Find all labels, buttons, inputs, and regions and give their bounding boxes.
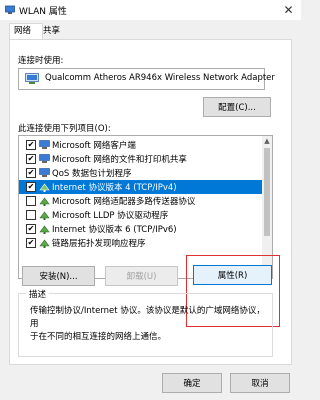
protocol-icon xyxy=(39,239,50,248)
checkbox[interactable]: ✔ xyxy=(26,182,36,192)
checkbox[interactable]: ✔ xyxy=(26,140,36,150)
cancel-button[interactable]: 取消 xyxy=(230,373,290,393)
ok-button[interactable]: 确定 xyxy=(162,373,222,393)
adapter-name: Qualcomm Atheros AR946x Wireless Network… xyxy=(45,73,275,83)
install-button[interactable]: 安装(N)... xyxy=(22,266,95,286)
list-item[interactable]: Microsoft LLDP 协议驱动程序 xyxy=(19,208,262,222)
description-legend: 描述 xyxy=(26,288,50,300)
list-item[interactable]: ✔ QoS 数据包计划程序 xyxy=(19,166,262,180)
items-label: 此连接使用下列项目(O): xyxy=(18,124,111,134)
scroll-thumb[interactable] xyxy=(264,148,270,236)
checkbox[interactable]: ✔ xyxy=(26,238,36,248)
list-item-selected[interactable]: ✔ Internet 协议版本 4 (TCP/IPv4) xyxy=(19,180,262,194)
list-item[interactable]: Microsoft 网络适配器多路传送器协议 xyxy=(19,194,262,208)
protocol-icon xyxy=(39,183,50,192)
close-button[interactable]: ✕ xyxy=(276,0,301,20)
list-item[interactable]: ✔ Internet 协议版本 6 (TCP/IPv6) xyxy=(19,222,262,236)
list-item[interactable]: ✔ Microsoft 网络客户端 xyxy=(19,138,262,152)
description-text: 传输控制协议/Internet 协议。该协议是默认的广域网络协议，用 于在不同的… xyxy=(30,306,265,342)
network-client-icon xyxy=(39,154,50,163)
checkbox[interactable]: ✔ xyxy=(26,168,36,178)
tab-network[interactable]: 网络 xyxy=(9,23,43,40)
checkbox[interactable]: ✔ xyxy=(26,224,36,234)
protocol-icon xyxy=(39,225,50,234)
network-adapter-icon xyxy=(25,73,39,84)
adapter-field: Qualcomm Atheros AR946x Wireless Network… xyxy=(18,68,275,90)
connect-using-label: 连接时使用: xyxy=(18,56,64,66)
list-item[interactable]: ✔ 链路层拓扑发现响应程序 xyxy=(19,236,262,248)
scroll-up-icon[interactable]: ▲ xyxy=(262,136,272,146)
checkbox[interactable] xyxy=(26,210,36,220)
network-app-icon xyxy=(5,5,15,14)
tab-sharing[interactable]: 共享 xyxy=(39,24,73,38)
checkbox[interactable]: ✔ xyxy=(26,154,36,164)
uninstall-button[interactable]: 卸载(U) xyxy=(105,266,178,286)
title-bar: WLAN 属性 ✕ xyxy=(0,0,301,20)
protocol-icon xyxy=(39,197,50,206)
protocol-icon xyxy=(39,211,50,220)
window-title: WLAN 属性 xyxy=(19,7,67,17)
close-icon: ✕ xyxy=(283,3,294,17)
configure-button[interactable]: 配置(C)... xyxy=(203,97,271,117)
list-item[interactable]: ✔ Microsoft 网络的文件和打印机共享 xyxy=(19,152,262,166)
checkbox[interactable] xyxy=(26,196,36,206)
network-client-icon xyxy=(39,140,50,149)
network-client-icon xyxy=(39,168,50,177)
